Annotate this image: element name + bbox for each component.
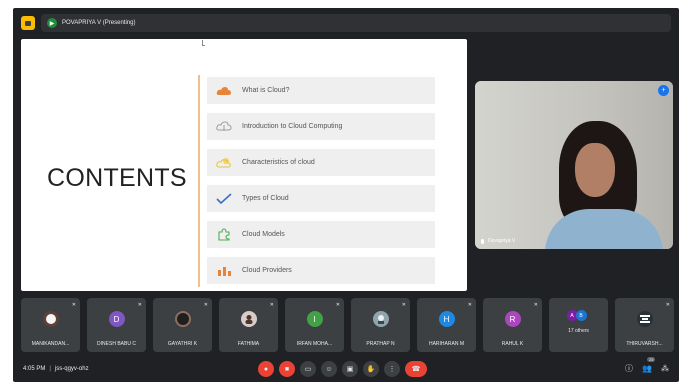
participant-tile[interactable]: ✕ PRATHAP N bbox=[351, 298, 410, 352]
meeting-time: 4:05 PM bbox=[23, 366, 46, 372]
participant-tile[interactable]: ✕ R RAHUL K bbox=[483, 298, 542, 352]
cloud-outline-icon bbox=[215, 120, 233, 134]
mic-muted-icon: ✕ bbox=[71, 302, 76, 308]
others-tile[interactable]: A B 17 others bbox=[549, 298, 608, 352]
avatar bbox=[174, 311, 191, 327]
activities-icon[interactable]: ⁂ bbox=[661, 364, 669, 373]
people-icon[interactable]: 👥 25 bbox=[642, 357, 656, 373]
avatar bbox=[240, 311, 257, 327]
others-count: 17 others bbox=[568, 328, 589, 334]
mic-muted-icon: ✕ bbox=[665, 302, 670, 308]
avatar: H bbox=[438, 311, 455, 327]
pin-icon[interactable]: + bbox=[658, 85, 669, 96]
raise-hand-icon[interactable]: ✋ bbox=[363, 361, 379, 377]
present-screen-icon[interactable]: ▣ bbox=[342, 361, 358, 377]
meet-window: ▶ POVAPRIYA V (Presenting) CONTENTS What… bbox=[13, 8, 679, 382]
speaker-face bbox=[575, 143, 615, 197]
slide-title: CONTENTS bbox=[47, 164, 187, 192]
emoji-icon[interactable]: ☺ bbox=[321, 361, 337, 377]
avatar bbox=[372, 311, 389, 327]
presentation-banner[interactable]: ▶ POVAPRIYA V (Presenting) bbox=[41, 14, 671, 32]
people-badge: 25 bbox=[647, 357, 656, 362]
participant-strip: ✕ MANIKANDAN... ✕ D DINESH BABU C ✕ GAYA… bbox=[21, 298, 674, 352]
avatar bbox=[636, 311, 653, 327]
check-icon bbox=[215, 192, 233, 206]
topic-item: Introduction to Cloud Computing bbox=[207, 113, 435, 140]
avatar: I bbox=[306, 311, 323, 327]
mic-muted-icon: ✕ bbox=[269, 302, 274, 308]
mic-muted-icon: ✕ bbox=[137, 302, 142, 308]
info-separator: | bbox=[49, 366, 51, 372]
mic-muted-icon: ✕ bbox=[533, 302, 538, 308]
speaker-tile[interactable]: + Devapriya V bbox=[475, 81, 673, 249]
avatar bbox=[42, 311, 59, 327]
topic-item: Cloud Models bbox=[207, 221, 435, 248]
mic-off-icon[interactable]: ● bbox=[258, 361, 274, 377]
slide-divider bbox=[198, 75, 200, 287]
shared-slide: CONTENTS What is Cloud? Introduction to … bbox=[21, 39, 467, 291]
participant-tile[interactable]: ✕ I IRFAN MOHA... bbox=[285, 298, 344, 352]
topic-item: What is Cloud? bbox=[207, 77, 435, 104]
cloud-sun-icon bbox=[215, 156, 233, 170]
participant-tile[interactable]: ✕ THIRUVARSH... bbox=[615, 298, 674, 352]
folder-icon[interactable] bbox=[21, 16, 35, 30]
info-icon[interactable]: ⓘ bbox=[625, 363, 633, 374]
mic-muted-icon: ✕ bbox=[401, 302, 406, 308]
participant-tile[interactable]: ✕ MANIKANDAN... bbox=[21, 298, 80, 352]
participant-tile[interactable]: ✕ H HARIHARAN M bbox=[417, 298, 476, 352]
participant-tile[interactable]: ✕ D DINESH BABU C bbox=[87, 298, 146, 352]
bottom-bar: 4:05 PM | jss-qgyv-ohz ● ■ ▭ ☺ ▣ ✋ ⋮ ☎ ⓘ… bbox=[13, 356, 679, 382]
top-bar: ▶ POVAPRIYA V (Presenting) bbox=[21, 12, 671, 34]
mic-muted-icon: ✕ bbox=[203, 302, 208, 308]
camera-off-icon[interactable]: ■ bbox=[279, 361, 295, 377]
mic-icon bbox=[481, 238, 484, 244]
more-options-icon[interactable]: ⋮ bbox=[384, 361, 400, 377]
topic-item: Types of Cloud bbox=[207, 185, 435, 212]
cloud-icon bbox=[215, 84, 233, 98]
speaker-name: Devapriya V bbox=[481, 238, 515, 244]
end-call-icon[interactable]: ☎ bbox=[405, 361, 427, 377]
captions-icon[interactable]: ▭ bbox=[300, 361, 316, 377]
others-avatars: A B bbox=[566, 310, 587, 321]
bar-chart-icon bbox=[215, 264, 233, 278]
mic-muted-icon: ✕ bbox=[467, 302, 472, 308]
participant-tile[interactable]: ✕ GAYATHRI K bbox=[153, 298, 212, 352]
present-icon: ▶ bbox=[47, 18, 57, 28]
participant-tile[interactable]: ✕ FATHIMA bbox=[219, 298, 278, 352]
presenter-label: POVAPRIYA V (Presenting) bbox=[62, 20, 136, 26]
meeting-info: 4:05 PM | jss-qgyv-ohz bbox=[23, 366, 89, 372]
topic-item: Characteristics of cloud bbox=[207, 149, 435, 176]
avatar: B bbox=[575, 310, 587, 321]
mic-muted-icon: ✕ bbox=[335, 302, 340, 308]
meeting-code[interactable]: jss-qgyv-ohz bbox=[55, 366, 89, 372]
avatar: D bbox=[108, 311, 125, 327]
avatar: R bbox=[504, 311, 521, 327]
cursor-icon bbox=[202, 40, 205, 46]
side-controls: ⓘ 👥 25 ⁂ bbox=[625, 357, 669, 374]
puzzle-icon bbox=[215, 228, 233, 242]
call-controls: ● ■ ▭ ☺ ▣ ✋ ⋮ ☎ bbox=[258, 361, 427, 377]
topic-item: Cloud Providers bbox=[207, 257, 435, 284]
